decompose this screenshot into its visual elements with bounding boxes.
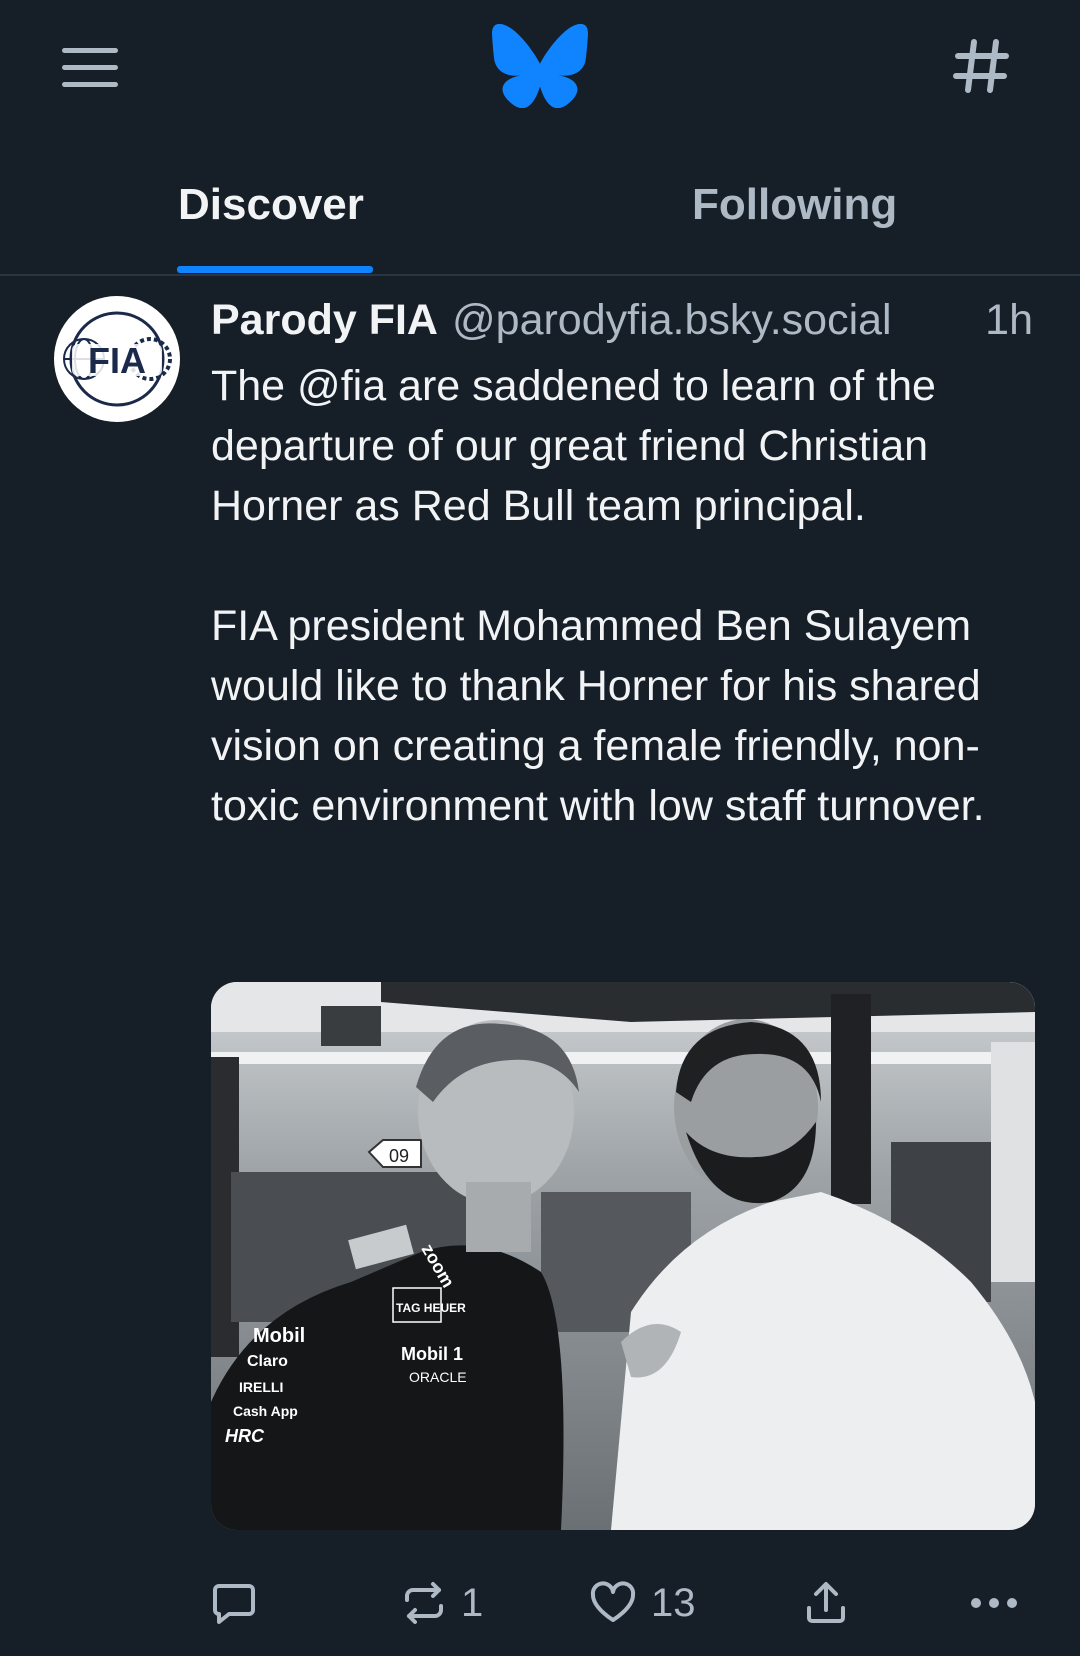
shirt-logo-cashapp: Cash App <box>233 1403 298 1419</box>
garage-number: 09 <box>389 1146 409 1166</box>
shirt-logo-mobil1: Mobil 1 <box>401 1344 463 1364</box>
bluesky-butterfly-logo[interactable] <box>492 24 588 108</box>
more-dots-icon <box>971 1598 1017 1608</box>
shirt-logo-pirelli: IRELLI <box>239 1379 283 1395</box>
repost-icon <box>405 1582 443 1624</box>
more-options-button[interactable] <box>969 1568 1019 1638</box>
reply-button[interactable] <box>211 1568 257 1638</box>
post-actions: 1 13 <box>211 1568 1041 1638</box>
hamburger-menu-icon <box>62 48 118 87</box>
top-bar <box>0 0 1080 140</box>
post-time[interactable]: 1h <box>985 296 1033 345</box>
author-name[interactable]: Parody FIA <box>211 296 438 344</box>
avatar-text: FIA <box>88 340 146 381</box>
reply-bubble-icon <box>213 1584 255 1624</box>
post-header: Parody FIA @parodyfia.bsky.social 1h <box>211 296 1041 352</box>
post-text: The @fia are saddened to learn of the de… <box>211 362 985 830</box>
share-button[interactable] <box>803 1568 849 1638</box>
post-image[interactable]: 09 Mobil Claro IRELLI Cash App HRC zoom … <box>211 982 1035 1530</box>
like-count: 13 <box>651 1580 696 1625</box>
repost-count: 1 <box>461 1580 484 1625</box>
author-avatar[interactable]: FIA <box>54 296 180 422</box>
tab-following[interactable]: Following <box>692 180 897 230</box>
author-handle[interactable]: @parodyfia.bsky.social <box>452 296 892 344</box>
tab-discover[interactable]: Discover <box>178 180 364 230</box>
feeds-button[interactable] <box>946 30 1018 102</box>
shirt-logo-oracle: ORACLE <box>409 1369 467 1385</box>
feed-tabs: Discover Following <box>0 140 1080 276</box>
like-button[interactable]: 13 <box>589 1568 696 1638</box>
post-item[interactable]: FIA Parody FIA @parodyfia.bsky.social 1h … <box>0 276 1080 1656</box>
repost-button[interactable]: 1 <box>401 1568 483 1638</box>
heart-icon <box>590 1581 636 1622</box>
menu-button[interactable] <box>52 36 128 100</box>
hashtag-icon <box>953 39 1009 93</box>
share-icon <box>807 1582 845 1623</box>
shirt-logo-claro: Claro <box>247 1353 288 1370</box>
shirt-logo-hrc: HRC <box>225 1426 265 1446</box>
active-tab-indicator <box>177 266 373 273</box>
fia-logo-icon: FIA <box>61 303 173 415</box>
shirt-logo-tag: TAG HEUER <box>396 1301 466 1315</box>
shirt-logo-mobil: Mobil <box>253 1325 305 1347</box>
